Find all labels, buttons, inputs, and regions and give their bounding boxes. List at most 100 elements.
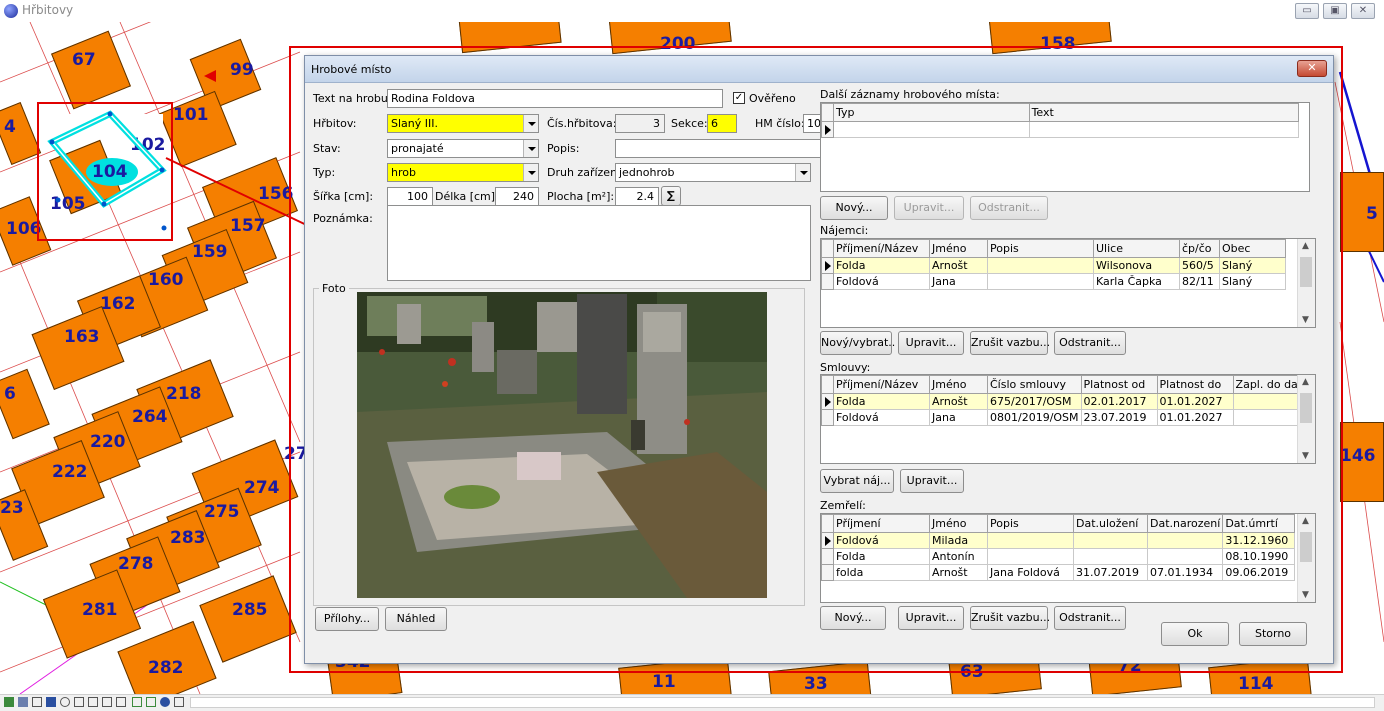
scroll-thumb[interactable] [1300,393,1312,423]
table-cell[interactable] [987,273,1094,290]
state-select[interactable]: pronajaté [387,139,539,158]
deceased-grid[interactable]: Příjmení Jméno Popis Dat.uložení Dat.nar… [820,513,1316,603]
contracts-grid[interactable]: Příjmení/Název Jméno Číslo smlouvy Platn… [820,374,1316,464]
column-header[interactable]: Příjmení [833,514,930,533]
column-header[interactable]: Text [1028,103,1300,122]
dialog-close-button[interactable]: ✕ [1297,60,1327,77]
column-header[interactable]: Ulice [1093,239,1180,258]
contract-edit-button[interactable]: Upravit... [900,469,964,493]
table-cell[interactable]: 08.10.1990 [1222,548,1296,565]
deceased-unlink-button[interactable]: Zrušit vazbu... [970,606,1050,630]
verified-checkbox[interactable]: ✓ [733,92,745,104]
deceased-remove-button[interactable]: Odstranit... [1054,606,1126,630]
column-header[interactable]: Dat.uložení [1073,514,1148,533]
table-cell[interactable]: Foldová [833,273,930,290]
column-header[interactable]: Jméno [929,239,988,258]
table-cell[interactable]: 02.01.2017 [1080,393,1158,410]
table-cell[interactable]: Arnošt [929,564,988,581]
window-tool-icon[interactable] [102,697,112,707]
tenant-unlink-button[interactable]: Zrušit vazbu... [970,331,1050,355]
table-cell[interactable]: Slaný [1219,273,1286,290]
scroll-up-icon[interactable]: ▲ [1302,516,1309,526]
deceased-edit-button[interactable]: Upravit... [898,606,964,630]
table-cell[interactable]: 560/5 [1179,257,1220,274]
area-input[interactable]: 2.4 [615,187,659,206]
table-cell[interactable]: 31.12.1960 [1222,532,1296,549]
preview-button[interactable]: Náhled [385,607,447,631]
table-row[interactable]: Folda Antonín 08.10.1990 [821,548,1296,565]
deceased-scrollbar[interactable]: ▲ ▼ [1297,514,1315,602]
table-cell[interactable]: Slaný [1219,257,1286,274]
table-cell[interactable]: 82/11 [1179,273,1220,290]
table-row[interactable]: Folda Arnošt Wilsonova 560/5 Slaný [821,257,1286,274]
print-tool-icon[interactable] [88,697,98,707]
table-cell[interactable] [1146,548,1224,565]
close-window-button[interactable]: ✕ [1351,3,1375,19]
table-cell[interactable]: Milada [929,532,988,549]
grave-text-input[interactable]: Rodina Foldova [387,89,723,108]
length-input[interactable]: 240 [495,187,539,206]
grid-tool-icon[interactable] [146,697,156,707]
table-cell[interactable]: Arnošt [929,257,988,274]
tenant-edit-button[interactable]: Upravit... [898,331,964,355]
scroll-thumb[interactable] [1300,532,1312,562]
table-cell[interactable]: Foldová [833,409,930,426]
chevron-down-icon[interactable] [523,115,538,132]
tenants-scrollbar[interactable]: ▲ ▼ [1297,239,1315,327]
column-header[interactable]: Popis [987,514,1074,533]
column-header[interactable]: Dat.narození [1146,514,1224,533]
remove-record-button[interactable]: Odstranit... [970,196,1048,220]
scroll-up-icon[interactable]: ▲ [1302,241,1309,251]
scroll-down-icon[interactable]: ▼ [1302,590,1309,600]
contract-select-button[interactable]: Vybrat náj... [820,469,894,493]
table-cell[interactable]: 0801/2019/OSM [987,409,1082,426]
table-cell[interactable]: Antonín [929,548,988,565]
sum-button[interactable]: ∑ [661,186,681,206]
table-cell[interactable] [1073,548,1148,565]
table-cell[interactable]: 01.01.2027 [1156,393,1234,410]
table-cell[interactable]: Folda [833,257,930,274]
deceased-new-button[interactable]: Nový... [820,606,886,630]
table-cell[interactable] [987,548,1074,565]
equipment-select[interactable]: jednohrob [615,163,811,182]
table-cell[interactable]: 675/2017/OSM [987,393,1082,410]
pan-tool-icon[interactable] [74,697,84,707]
contracts-scrollbar[interactable]: ▲ ▼ [1297,375,1315,463]
table-cell[interactable]: folda [833,564,930,581]
minimize-button[interactable]: ▭ [1295,3,1319,19]
edit-record-button[interactable]: Upravit... [894,196,964,220]
dialog-titlebar[interactable]: Hrobové místo ✕ [305,56,1333,83]
column-header[interactable]: Platnost do [1156,375,1234,394]
measure-tool-icon[interactable] [116,697,126,707]
snap-tool-icon[interactable] [132,697,142,707]
cancel-button[interactable]: Storno [1239,622,1307,646]
zoom-tool-icon[interactable] [60,697,70,707]
table-cell[interactable]: Jana [929,409,988,426]
table-cell[interactable]: Foldová [833,532,930,549]
table-cell[interactable]: Karla Čapka [1093,273,1180,290]
section-input[interactable]: 6 [707,114,737,133]
table-cell[interactable]: Jana [929,273,988,290]
layer-tool-icon[interactable] [4,697,14,707]
info-tool-icon[interactable] [160,697,170,707]
width-input[interactable]: 100 [387,187,433,206]
tenants-grid[interactable]: Příjmení/Název Jméno Popis Ulice čp/čo O… [820,238,1316,328]
table-cell[interactable] [1073,532,1148,549]
grave-photo[interactable] [357,292,767,598]
cemetery-select[interactable]: Slaný III. [387,114,539,133]
column-header[interactable]: Příjmení/Název [833,239,930,258]
column-header[interactable]: Jméno [929,514,988,533]
chevron-down-icon[interactable] [795,164,810,181]
table-cell[interactable]: Jana Foldová [987,564,1074,581]
table-cell[interactable] [987,532,1074,549]
column-header[interactable]: Dat.úmrtí [1222,514,1296,533]
attachments-button[interactable]: Přílohy... [315,607,379,631]
column-header[interactable]: Obec [1219,239,1286,258]
column-header[interactable]: Jméno [929,375,988,394]
scroll-thumb[interactable] [1300,257,1312,287]
table-cell[interactable]: Wilsonova [1093,257,1180,274]
table-row[interactable]: Folda Arnošt 675/2017/OSM 02.01.2017 01.… [821,393,1312,410]
tenant-remove-button[interactable]: Odstranit... [1054,331,1126,355]
pointer-tool-icon[interactable] [46,697,56,707]
column-header[interactable]: Číslo smlouvy [987,375,1082,394]
